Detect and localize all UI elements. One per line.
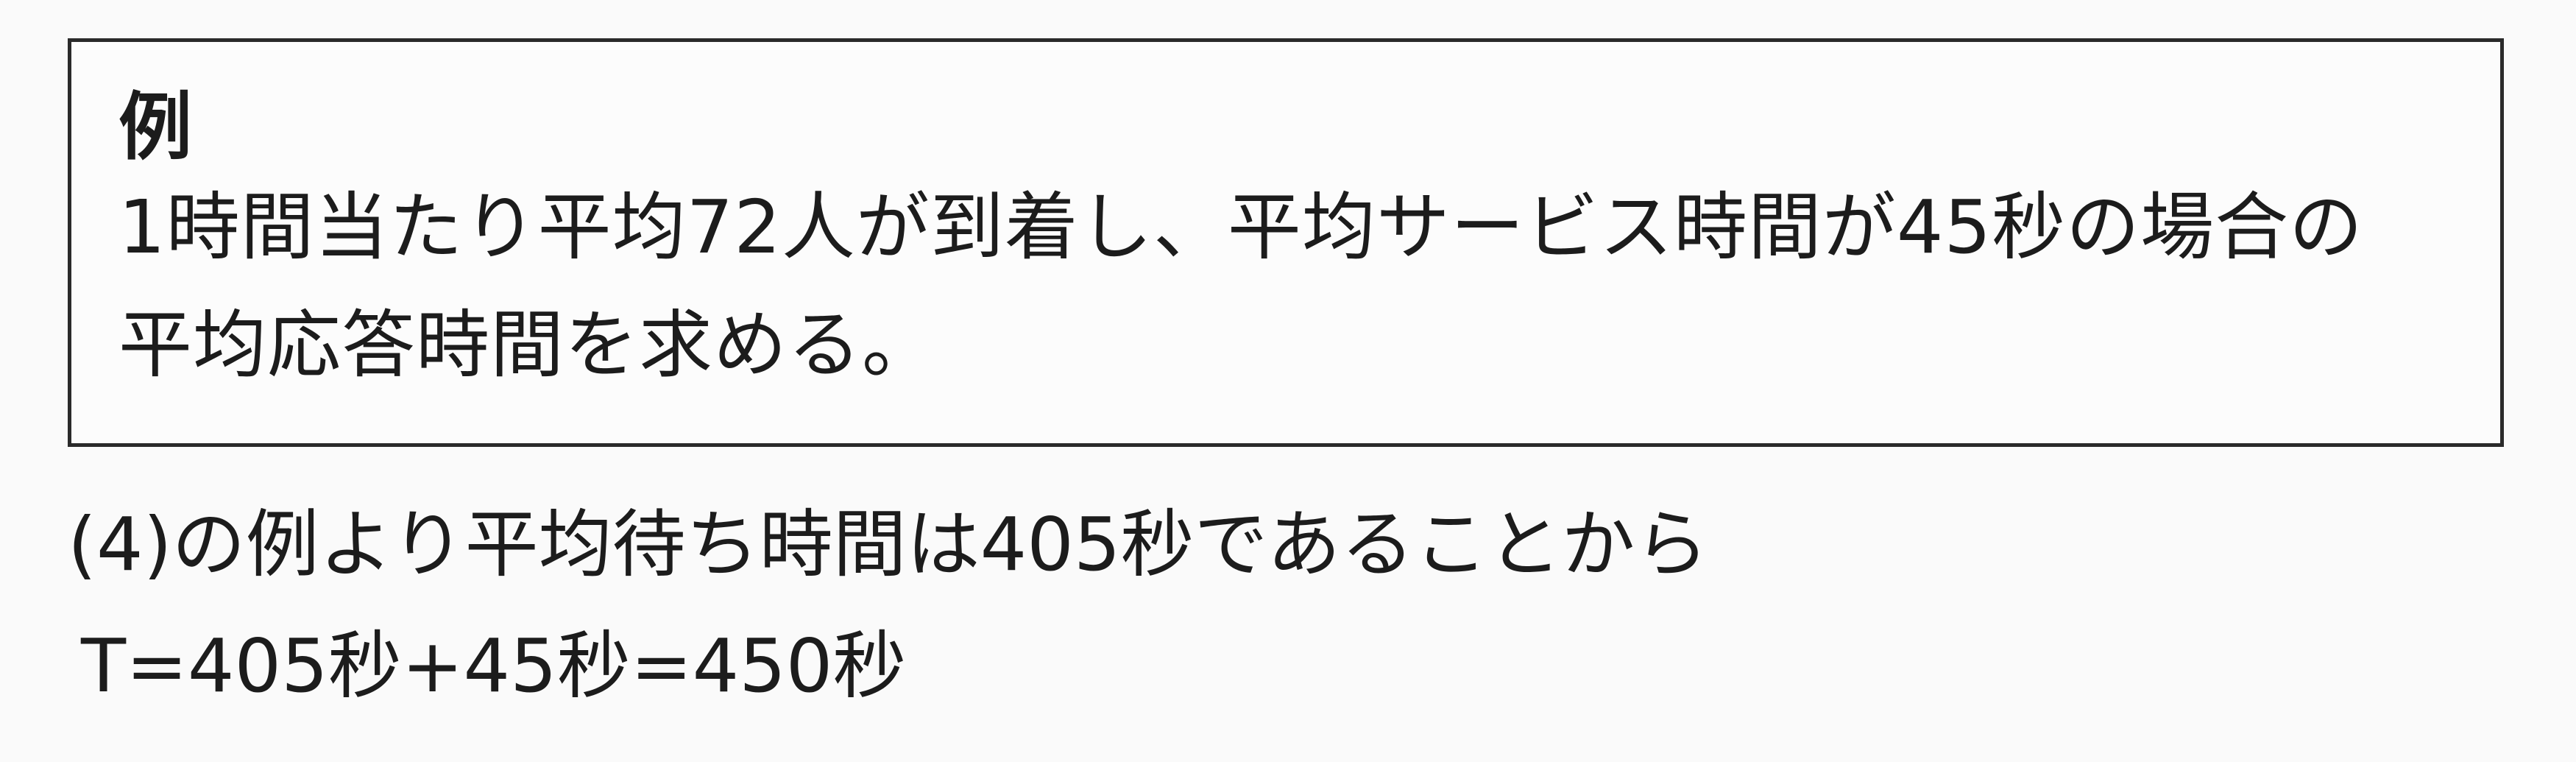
example-problem-text: 1時間当たり平均72人が到着し、平均サービス時間が45秒の場合の平均応答時間を求… bbox=[118, 184, 2364, 388]
example-box: 例 1時間当たり平均72人が到着し、平均サービス時間が45秒の場合の平均応答時間… bbox=[68, 38, 2504, 447]
example-heading: 例 bbox=[118, 84, 192, 170]
solution-formula: T=405秒+45秒=450秒 bbox=[81, 623, 907, 709]
solution-explanation: (4)の例より平均待ち時間は405秒であることから bbox=[68, 501, 1709, 588]
